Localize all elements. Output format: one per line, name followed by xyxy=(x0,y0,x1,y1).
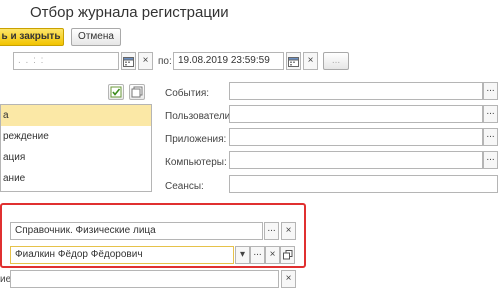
users-field[interactable] xyxy=(229,105,483,123)
period-more-button[interactable]: ... xyxy=(323,52,349,70)
clear-icon: × xyxy=(269,249,276,260)
list-item[interactable]: ация xyxy=(1,147,151,168)
metadata-value: Справочник. Физические лица xyxy=(15,225,156,236)
level-list[interactable]: а реждение ация ание xyxy=(0,104,152,192)
ellipsis-icon: ... xyxy=(486,83,495,94)
calendar-start-button[interactable] xyxy=(121,52,136,70)
events-field[interactable] xyxy=(229,82,483,100)
data-clear-button[interactable]: × xyxy=(265,246,280,264)
presentation-field[interactable] xyxy=(10,270,279,288)
period-start-field[interactable]: . . : : xyxy=(13,52,119,70)
events-label: События: xyxy=(165,88,210,99)
check-all-icon xyxy=(110,86,122,98)
metadata-select-button[interactable]: ... xyxy=(264,222,279,240)
check-all-button[interactable] xyxy=(108,84,124,100)
computers-field[interactable] xyxy=(229,151,483,169)
data-select-button[interactable]: ... xyxy=(250,246,265,264)
data-dropdown-button[interactable]: ▾ xyxy=(235,246,250,264)
events-select-button[interactable]: ... xyxy=(483,82,498,100)
chevron-down-icon: ▾ xyxy=(239,249,246,260)
open-icon xyxy=(282,250,292,260)
users-label: Пользователи: xyxy=(165,111,234,122)
presentation-clear-button[interactable]: × xyxy=(281,270,296,288)
calendar-end-button[interactable] xyxy=(286,52,301,70)
apply-and-close-button[interactable]: ь и закрыть xyxy=(0,28,64,46)
applications-field[interactable] xyxy=(229,128,483,146)
ellipsis-icon: ... xyxy=(253,247,262,258)
metadata-field[interactable]: Справочник. Физические лица xyxy=(10,222,263,240)
data-field[interactable]: Фиалкин Фёдор Фёдорович xyxy=(10,246,234,264)
list-item[interactable]: реждение xyxy=(1,126,151,147)
page-title: Отбор журнала регистрации xyxy=(30,4,229,21)
sessions-field[interactable] xyxy=(229,175,498,193)
clear-icon: × xyxy=(285,225,292,236)
list-item[interactable]: а xyxy=(1,105,151,126)
users-select-button[interactable]: ... xyxy=(483,105,498,123)
data-open-button[interactable] xyxy=(280,246,295,264)
calendar-icon xyxy=(123,57,134,67)
cancel-button[interactable]: Отмена xyxy=(71,28,121,46)
ellipsis-icon: ... xyxy=(486,106,495,117)
period-end-field[interactable]: 19.08.2019 23:59:59 xyxy=(173,52,284,70)
computers-label: Компьютеры: xyxy=(165,157,227,168)
sessions-label: Сеансы: xyxy=(165,181,204,192)
ellipsis-icon: ... xyxy=(486,152,495,163)
applications-select-button[interactable]: ... xyxy=(483,128,498,146)
list-item[interactable]: ание xyxy=(1,168,151,189)
ellipsis-icon: ... xyxy=(486,129,495,140)
computers-select-button[interactable]: ... xyxy=(483,151,498,169)
metadata-clear-button[interactable]: × xyxy=(281,222,296,240)
uncheck-all-icon xyxy=(131,86,143,98)
clear-end-button[interactable]: × xyxy=(303,52,318,70)
uncheck-all-button[interactable] xyxy=(129,84,145,100)
clear-icon: × xyxy=(142,55,149,66)
period-start-value: . . : : xyxy=(18,55,45,66)
ellipsis-icon: ... xyxy=(267,223,276,234)
calendar-icon xyxy=(288,57,299,67)
period-to-label: по: xyxy=(158,56,172,67)
clear-icon: × xyxy=(307,55,314,66)
applications-label: Приложения: xyxy=(165,134,227,145)
clear-icon: × xyxy=(285,273,292,284)
data-value: Фиалкин Фёдор Фёдорович xyxy=(15,249,143,260)
period-end-value: 19.08.2019 23:59:59 xyxy=(178,55,270,66)
clear-start-button[interactable]: × xyxy=(138,52,153,70)
